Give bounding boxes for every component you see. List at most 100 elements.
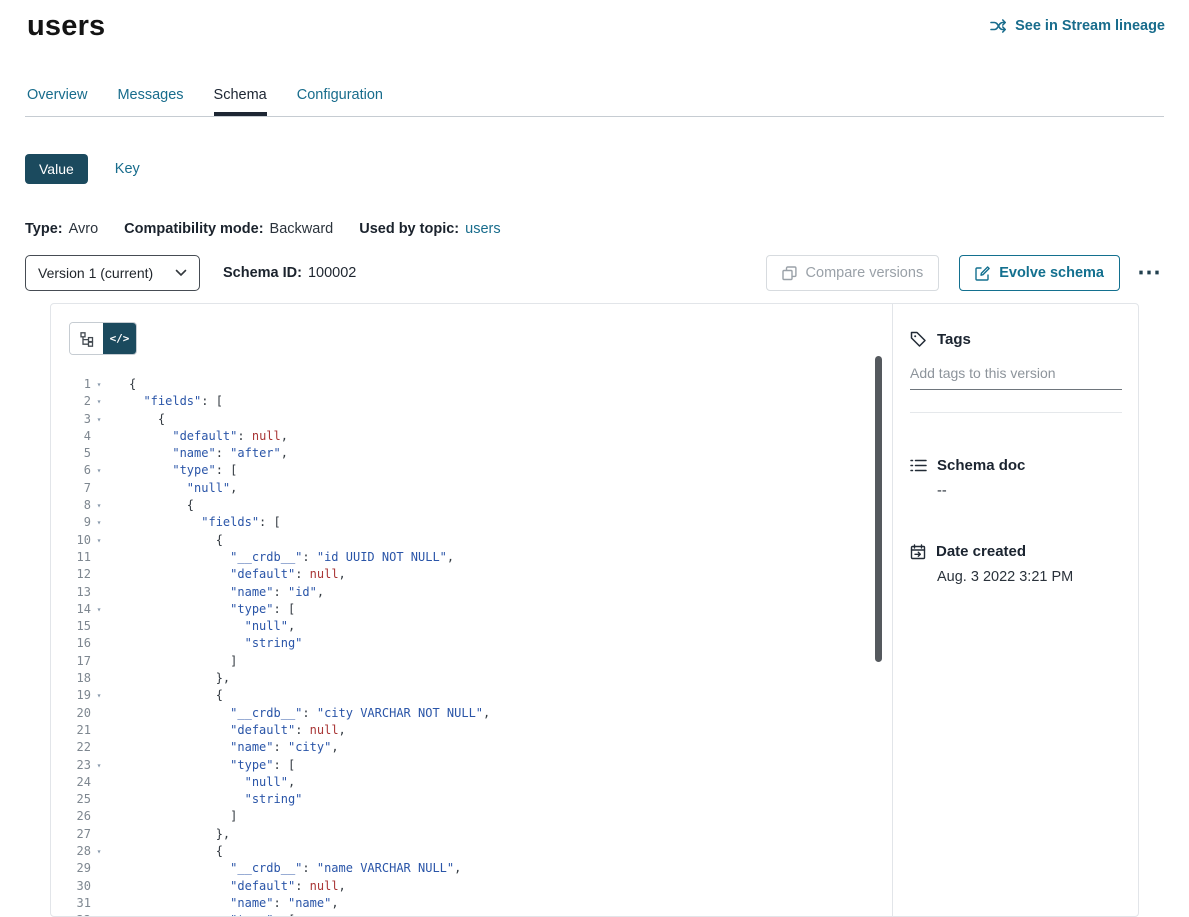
fold-spacer	[91, 791, 107, 808]
code-line: 14▾ "type": [	[51, 601, 892, 618]
code-line: 5 "name": "after",	[51, 445, 892, 462]
tab-overview[interactable]: Overview	[27, 87, 87, 116]
topic-link[interactable]: users	[465, 221, 500, 237]
line-number: 14	[51, 601, 91, 618]
code-text: "__crdb__": "id UUID NOT NULL",	[107, 549, 454, 566]
version-select-value: Version 1 (current)	[38, 265, 153, 281]
editor-scrollbar[interactable]	[875, 356, 882, 662]
line-number: 28	[51, 843, 91, 860]
editor-view-toggle: </>	[69, 322, 137, 355]
code-line: 28▾ {	[51, 843, 892, 860]
line-number: 18	[51, 670, 91, 687]
code-text: {	[107, 532, 223, 549]
code-line: 25 "string"	[51, 791, 892, 808]
code-text: {	[107, 376, 136, 393]
fold-toggle-icon[interactable]: ▾	[91, 532, 107, 549]
fold-spacer	[91, 428, 107, 445]
fold-toggle-icon[interactable]: ▾	[91, 514, 107, 531]
fold-spacer	[91, 653, 107, 670]
code-text: },	[107, 670, 230, 687]
code-line: 32▾ "type": [	[51, 912, 892, 917]
line-number: 8	[51, 497, 91, 514]
code-line: 17 ]	[51, 653, 892, 670]
line-number: 21	[51, 722, 91, 739]
tab-configuration[interactable]: Configuration	[297, 87, 383, 116]
code-view-icon: </>	[110, 332, 130, 345]
code-text: ]	[107, 653, 237, 670]
fold-toggle-icon[interactable]: ▾	[91, 757, 107, 774]
fold-spacer	[91, 480, 107, 497]
fold-toggle-icon[interactable]: ▾	[91, 912, 107, 917]
line-number: 22	[51, 739, 91, 756]
fold-toggle-icon[interactable]: ▾	[91, 601, 107, 618]
code-lines: 1▾{2▾ "fields": [3▾ {4 "default": null,5…	[51, 376, 892, 917]
line-number: 20	[51, 705, 91, 722]
fold-spacer	[91, 549, 107, 566]
code-line: 27 },	[51, 826, 892, 843]
fold-spacer	[91, 895, 107, 912]
list-icon	[910, 458, 927, 473]
tag-icon	[910, 331, 927, 348]
code-text: "name": "after",	[107, 445, 288, 462]
fold-spacer	[91, 808, 107, 825]
version-select[interactable]: Version 1 (current)	[25, 255, 200, 291]
fold-toggle-icon[interactable]: ▾	[91, 497, 107, 514]
stream-lineage-link[interactable]: See in Stream lineage	[990, 18, 1165, 34]
code-line: 11 "__crdb__": "id UUID NOT NULL",	[51, 549, 892, 566]
fold-toggle-icon[interactable]: ▾	[91, 393, 107, 410]
tab-schema[interactable]: Schema	[214, 87, 267, 116]
code-text: "string"	[107, 791, 302, 808]
edit-icon	[975, 266, 990, 281]
code-line: 26 ]	[51, 808, 892, 825]
schema-toolbar: Version 1 (current) Schema ID: 100002 Co…	[25, 255, 1164, 291]
more-options-button[interactable]: ⋯	[1134, 264, 1164, 282]
fold-toggle-icon[interactable]: ▾	[91, 462, 107, 479]
evolve-schema-label: Evolve schema	[999, 265, 1104, 281]
key-toggle-button[interactable]: Key	[115, 161, 140, 177]
line-number: 6	[51, 462, 91, 479]
fold-toggle-icon[interactable]: ▾	[91, 411, 107, 428]
schema-panel: </> 1▾{2▾ "fields": [3▾ {4 "default": nu…	[50, 303, 1139, 917]
code-line: 30 "default": null,	[51, 878, 892, 895]
schema-doc-title: Schema doc	[937, 457, 1025, 474]
code-line: 22 "name": "city",	[51, 739, 892, 756]
tab-bar: Overview Messages Schema Configuration	[25, 87, 1164, 117]
line-number: 27	[51, 826, 91, 843]
code-line: 7 "null",	[51, 480, 892, 497]
line-number: 23	[51, 757, 91, 774]
code-line: 18 },	[51, 670, 892, 687]
line-number: 1	[51, 376, 91, 393]
code-line: 21 "default": null,	[51, 722, 892, 739]
tags-input[interactable]	[910, 361, 1122, 390]
line-number: 17	[51, 653, 91, 670]
code-text: "fields": [	[107, 393, 223, 410]
tree-view-button[interactable]	[70, 323, 103, 354]
code-text: "type": [	[107, 912, 295, 917]
code-line: 15 "null",	[51, 618, 892, 635]
fold-toggle-icon[interactable]: ▾	[91, 376, 107, 393]
code-text: },	[107, 826, 230, 843]
line-number: 13	[51, 584, 91, 601]
stream-lineage-label: See in Stream lineage	[1015, 18, 1165, 34]
line-number: 9	[51, 514, 91, 531]
chevron-down-icon	[175, 269, 187, 277]
fold-toggle-icon[interactable]: ▾	[91, 843, 107, 860]
compare-versions-button[interactable]: Compare versions	[766, 255, 940, 291]
schema-id-label: Schema ID:	[223, 265, 302, 281]
value-toggle-button[interactable]: Value	[25, 154, 88, 184]
code-line: 31 "name": "name",	[51, 895, 892, 912]
fold-spacer	[91, 774, 107, 791]
code-text: {	[107, 497, 194, 514]
code-text: "type": [	[107, 601, 295, 618]
code-line: 4 "default": null,	[51, 428, 892, 445]
tab-messages[interactable]: Messages	[117, 87, 183, 116]
code-text: "default": null,	[107, 566, 346, 583]
fold-toggle-icon[interactable]: ▾	[91, 687, 107, 704]
code-text: {	[107, 411, 165, 428]
code-text: {	[107, 687, 223, 704]
evolve-schema-button[interactable]: Evolve schema	[959, 255, 1120, 291]
code-text: "string"	[107, 635, 302, 652]
code-line: 24 "null",	[51, 774, 892, 791]
code-text: "name": "name",	[107, 895, 339, 912]
code-view-button[interactable]: </>	[103, 323, 136, 354]
